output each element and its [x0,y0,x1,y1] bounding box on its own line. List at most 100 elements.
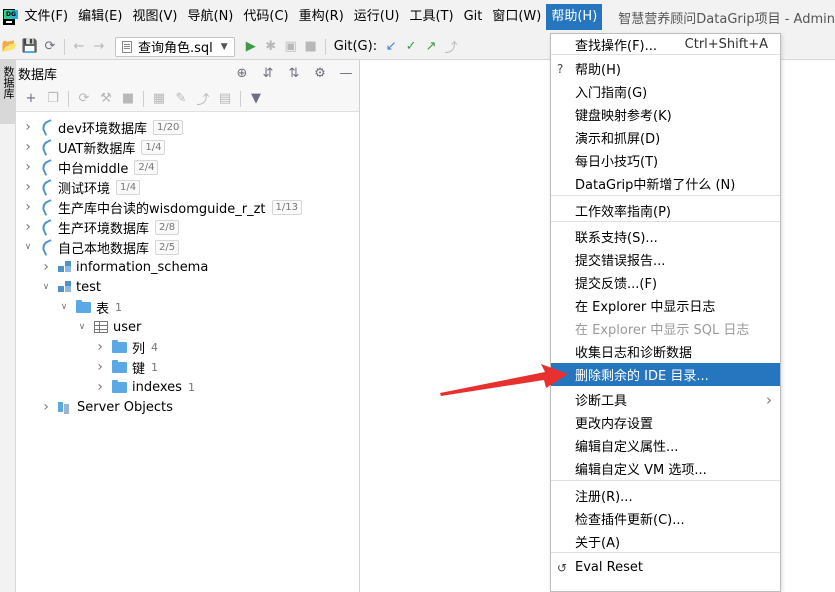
tree-row-count: 1 [151,360,159,374]
collapse-all-icon[interactable]: ⇅ [281,66,307,81]
chevron-down-icon[interactable]: ∨ [40,282,52,292]
add-icon[interactable]: + [20,89,42,109]
chevron-right-icon[interactable]: › [40,259,52,275]
crosshair-icon[interactable]: ⊕ [229,66,255,81]
git-push-icon[interactable]: ↗ [421,37,441,57]
expand-all-icon[interactable]: ⇵ [255,66,281,81]
tree-row[interactable]: › 生产库中台读的wisdomguide_r_zt 1/13 [16,197,302,217]
tree-row[interactable]: › information_schema [16,257,208,277]
help-menu-item[interactable]: DataGrip中新增了什么 (N) [551,172,780,195]
help-menu-item[interactable]: 在 Explorer 中显示日志 [551,294,780,317]
open-folder-icon[interactable]: 📂 [0,37,20,57]
help-menu-item[interactable]: 更改内存设置 [551,411,780,434]
help-menu-item-label: 演示和抓屏(D) [575,132,661,147]
toolbar-divider [240,90,241,107]
menu-view[interactable]: 视图(V) [127,4,182,30]
help-menu-item[interactable]: 每日小技巧(T) [551,149,780,172]
help-menu-item[interactable]: 关于(A) [551,530,780,553]
menu-run[interactable]: 运行(U) [349,4,405,30]
debug-icon[interactable]: ✱ [261,37,281,57]
tree-row[interactable]: ∨ 表 1 [16,297,122,317]
chevron-down-icon[interactable]: ∨ [22,242,34,252]
back-arrow-icon[interactable]: ← [69,37,89,57]
gear-icon[interactable]: ⚙ [307,66,333,81]
chevron-right-icon[interactable]: › [22,199,34,215]
tree-row[interactable]: › 生产环境数据库 2/8 [16,217,180,237]
help-menu-item[interactable]: 工作效率指南(P) [551,199,780,222]
help-menu-item[interactable]: 检查插件更新(C)... [551,507,780,530]
help-menu-item[interactable]: 编辑自定义 VM 选项... [551,457,780,480]
properties-icon[interactable]: ⚒ [95,89,117,109]
help-menu-item-label: 入门指南(G) [575,86,648,101]
chevron-right-icon[interactable]: › [22,219,34,235]
stop-icon[interactable]: ■ [117,89,139,109]
run-icon[interactable]: ▶ [241,37,261,57]
menu-navigate[interactable]: 导航(N) [183,4,239,30]
chevron-right-icon[interactable]: › [40,399,52,415]
chevron-right-icon[interactable]: › [94,379,106,395]
git-commit-icon[interactable]: ✓ [401,37,421,57]
forward-arrow-icon[interactable]: → [89,37,109,57]
tree-row[interactable]: ∨ 自己本地数据库 2/5 [16,237,180,257]
console-icon[interactable]: ▤ [214,89,236,109]
chevron-down-icon[interactable]: ∨ [58,302,70,312]
sync-icon[interactable]: ⟳ [40,37,60,57]
menu-help[interactable]: 帮助(H) [546,4,603,30]
minimize-icon[interactable]: — [333,66,359,81]
tree-row[interactable]: › UAT新数据库 1/4 [16,137,166,157]
chevron-right-icon[interactable]: › [94,359,106,375]
tree-row[interactable]: › dev环境数据库 1/20 [16,117,184,137]
menu-edit[interactable]: 编辑(E) [73,4,127,30]
refresh-icon[interactable]: ⟳ [73,89,95,109]
git-merge-icon[interactable]: ⤴ [441,37,461,57]
schema-icon [58,261,72,273]
tree-row[interactable]: ∨ user [16,317,142,337]
copy-icon[interactable]: ❐ [42,89,64,109]
edit-icon[interactable]: ✎ [170,89,192,109]
tree-row[interactable]: › 测试环境 1/4 [16,177,141,197]
run-configuration-select[interactable]: 查询角色.sql ▼ [115,36,235,57]
menu-file[interactable]: 文件(F) [19,4,73,30]
help-menu-item[interactable]: 联系支持(S)... [551,225,780,248]
help-menu-item[interactable]: 编辑自定义属性... [551,434,780,457]
help-menu-item[interactable]: 诊断工具 › [551,388,780,411]
help-menu-item[interactable]: 收集日志和诊断数据 [551,340,780,363]
menu-refactor[interactable]: 重构(R) [294,4,349,30]
help-menu-item[interactable]: 演示和抓屏(D) [551,126,780,149]
coverage-icon[interactable]: ▣ [281,37,301,57]
help-menu-item[interactable]: ? 帮助(H) [551,57,780,80]
chevron-right-icon[interactable]: › [22,159,34,175]
chevron-right-icon[interactable]: › [22,179,34,195]
menu-git[interactable]: Git [459,4,488,30]
schema-icon [58,281,72,293]
chevron-right-icon[interactable]: › [94,339,106,355]
jump-to-icon[interactable]: ⤴ [192,89,214,109]
help-menu-item[interactable]: 注册(R)... [551,484,780,507]
chevron-down-icon[interactable]: ∨ [76,322,88,332]
tree-row[interactable]: › 列 4 [16,337,158,357]
help-menu-item[interactable]: ↺ Eval Reset [551,556,780,579]
tree-row[interactable]: › indexes 1 [16,377,195,397]
help-menu-item[interactable]: 提交反馈...(F) [551,271,780,294]
tree-row[interactable]: ∨ test [16,277,101,297]
help-menu-item[interactable]: 查找操作(F)... Ctrl+Shift+A [551,33,780,56]
chevron-right-icon[interactable]: › [22,119,34,135]
menu-window[interactable]: 窗口(W) [487,4,546,30]
stop-icon[interactable]: ■ [301,37,321,57]
menu-tools[interactable]: 工具(T) [404,4,458,30]
tree-row[interactable]: › Server Objects [16,397,173,417]
tree-row[interactable]: › 键 1 [16,357,158,377]
help-menu-item[interactable]: 入门指南(G) [551,80,780,103]
help-menu-item[interactable]: 删除剩余的 IDE 目录... [551,363,780,386]
database-tool-tab[interactable]: 数据库 [0,60,16,124]
chevron-right-icon[interactable]: › [22,139,34,155]
table-view-icon[interactable]: ▦ [148,89,170,109]
help-menu-item[interactable]: 提交错误报告... [551,248,780,271]
help-menu-item[interactable]: 键盘映射参考(K) [551,103,780,126]
mysql-icon [40,160,54,174]
menu-code[interactable]: 代码(C) [238,4,293,30]
tree-row[interactable]: › 中台middle 2/4 [16,157,159,177]
git-update-icon[interactable]: ↙ [381,37,401,57]
save-icon[interactable]: 💾 [20,37,40,57]
filter-icon[interactable]: ▼ [245,89,267,109]
